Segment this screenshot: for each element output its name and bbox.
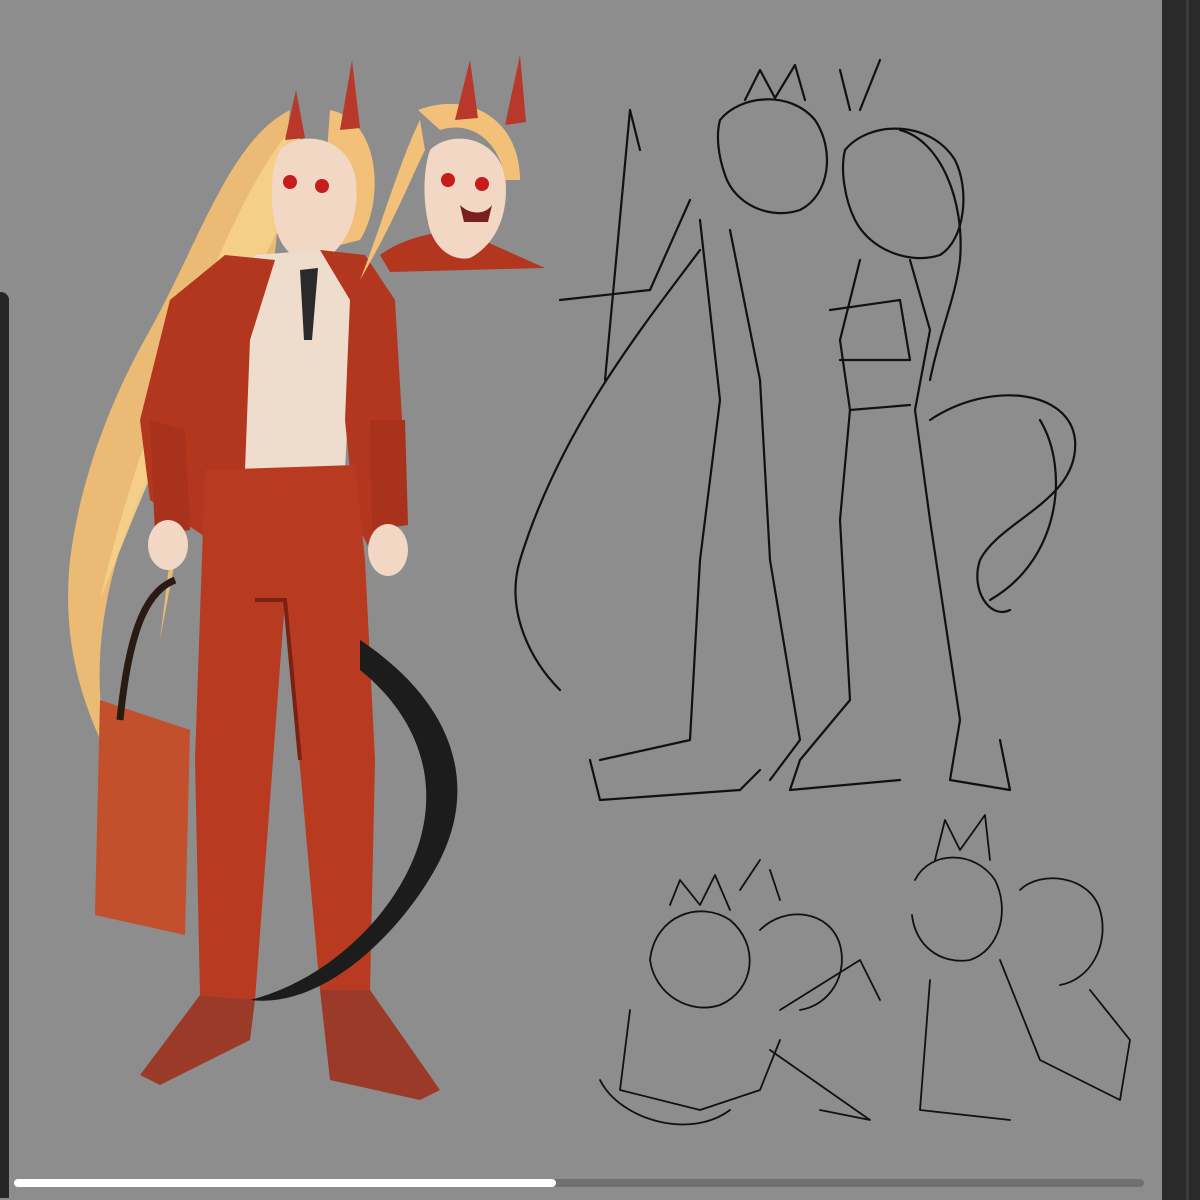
shoe-left xyxy=(140,995,255,1085)
head-bust-sketch xyxy=(360,55,545,280)
shoe-right xyxy=(320,990,440,1100)
side-panel[interactable] xyxy=(1162,0,1200,1200)
face xyxy=(271,138,357,264)
artwork xyxy=(68,55,1131,1126)
drawing-canvas[interactable] xyxy=(0,0,1162,1200)
horn-right xyxy=(340,60,360,130)
chibi-group-sketch xyxy=(599,814,1131,1126)
pants xyxy=(195,465,375,1000)
horizontal-scrollbar-thumb[interactable] xyxy=(14,1179,557,1187)
panel-divider[interactable] xyxy=(1186,0,1189,1200)
line-sketch-pair xyxy=(514,58,1077,802)
colored-character-figure xyxy=(68,60,458,1100)
scroll-handle-icon[interactable] xyxy=(0,292,9,1198)
bag xyxy=(95,700,190,935)
